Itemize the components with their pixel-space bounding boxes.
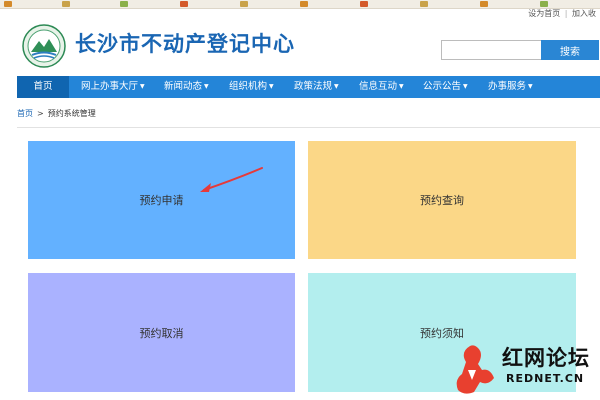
watermark-chinese-text: 红网论坛 bbox=[502, 346, 590, 370]
top-links: 设为首页 | 加入收 bbox=[528, 8, 596, 20]
nav-item-announcements[interactable]: 公示公告 ▼ bbox=[423, 76, 468, 98]
search-input[interactable] bbox=[441, 40, 543, 60]
nav-item-services[interactable]: 办事服务 ▼ bbox=[488, 76, 533, 98]
bookmark-icon[interactable] bbox=[360, 1, 368, 7]
nav-item-home[interactable]: 首页 bbox=[17, 76, 69, 98]
nav-item-policies[interactable]: 政策法规 ▼ bbox=[294, 76, 339, 98]
set-homepage-link[interactable]: 设为首页 bbox=[528, 9, 560, 18]
site-logo[interactable] bbox=[22, 24, 66, 68]
bookmark-icon[interactable] bbox=[62, 1, 70, 7]
search-box: 搜索 bbox=[441, 40, 599, 60]
chevron-down-icon: ▼ bbox=[140, 83, 145, 90]
breadcrumb-separator: > bbox=[37, 109, 44, 118]
tile-label: 预约取消 bbox=[139, 326, 184, 340]
nav-item-label: 办事服务 bbox=[488, 81, 527, 92]
rednet-watermark: 红网论坛 REDNET.CN bbox=[450, 328, 600, 400]
chevron-down-icon: ▼ bbox=[399, 83, 404, 90]
search-button[interactable]: 搜索 bbox=[541, 40, 599, 60]
add-favorite-link[interactable]: 加入收 bbox=[572, 9, 596, 18]
chevron-down-icon: ▼ bbox=[269, 83, 274, 90]
breadcrumb-home-link[interactable]: 首页 bbox=[17, 109, 33, 118]
nav-item-interaction[interactable]: 信息互动 ▼ bbox=[359, 76, 404, 98]
bookmark-icon[interactable] bbox=[180, 1, 188, 7]
tile-label: 预约申请 bbox=[139, 194, 184, 207]
appointment-apply-tile[interactable]: 预约申请 bbox=[28, 141, 295, 259]
bookmark-icon[interactable] bbox=[240, 1, 248, 7]
watermark-english-text: REDNET.CN bbox=[506, 372, 585, 385]
chevron-down-icon: ▼ bbox=[463, 83, 468, 90]
nav-item-label: 组织机构 bbox=[229, 81, 268, 92]
top-links-separator: | bbox=[564, 9, 568, 18]
chevron-down-icon: ▼ bbox=[204, 83, 209, 90]
breadcrumb: 首页 > 预约系统管理 bbox=[17, 107, 96, 121]
main-navigation: 首页 网上办事大厅 ▼ 新闻动态 ▼ 组织机构 ▼ 政策法规 ▼ 信息互动 ▼ 公示公告 ▼… bbox=[17, 76, 600, 98]
bookmark-icon[interactable] bbox=[420, 1, 428, 7]
nav-item-news[interactable]: 新闻动态 ▼ bbox=[164, 76, 209, 98]
bookmark-icon[interactable] bbox=[540, 1, 548, 7]
bookmark-icon[interactable] bbox=[480, 1, 488, 7]
content-divider bbox=[17, 127, 600, 128]
chevron-down-icon: ▼ bbox=[334, 83, 339, 90]
tile-label: 预约查询 bbox=[420, 194, 464, 207]
nav-item-label: 公示公告 bbox=[423, 81, 462, 92]
bookmark-icon[interactable] bbox=[4, 1, 12, 7]
page-title: 长沙市不动产登记中心 bbox=[75, 32, 295, 56]
nav-item-online-hall[interactable]: 网上办事大厅 ▼ bbox=[81, 76, 145, 98]
chevron-down-icon: ▼ bbox=[528, 83, 533, 90]
appointment-query-tile[interactable]: 预约查询 bbox=[308, 141, 576, 259]
nav-item-label: 信息互动 bbox=[359, 81, 398, 92]
nav-item-label: 网上办事大厅 bbox=[81, 81, 139, 92]
breadcrumb-current: 预约系统管理 bbox=[47, 109, 96, 118]
nav-item-label: 首页 bbox=[33, 81, 53, 92]
nav-item-label: 政策法规 bbox=[294, 81, 333, 92]
bookmark-icon[interactable] bbox=[120, 1, 128, 7]
nav-item-label: 新闻动态 bbox=[164, 81, 203, 92]
rednet-logo-icon bbox=[456, 345, 494, 394]
bookmark-icon[interactable] bbox=[300, 1, 308, 7]
red-arrow-annotation bbox=[200, 167, 263, 192]
appointment-cancel-tile[interactable]: 预约取消 bbox=[28, 273, 295, 392]
nav-item-organization[interactable]: 组织机构 ▼ bbox=[229, 76, 274, 98]
browser-bookmarks-bar bbox=[0, 0, 600, 9]
